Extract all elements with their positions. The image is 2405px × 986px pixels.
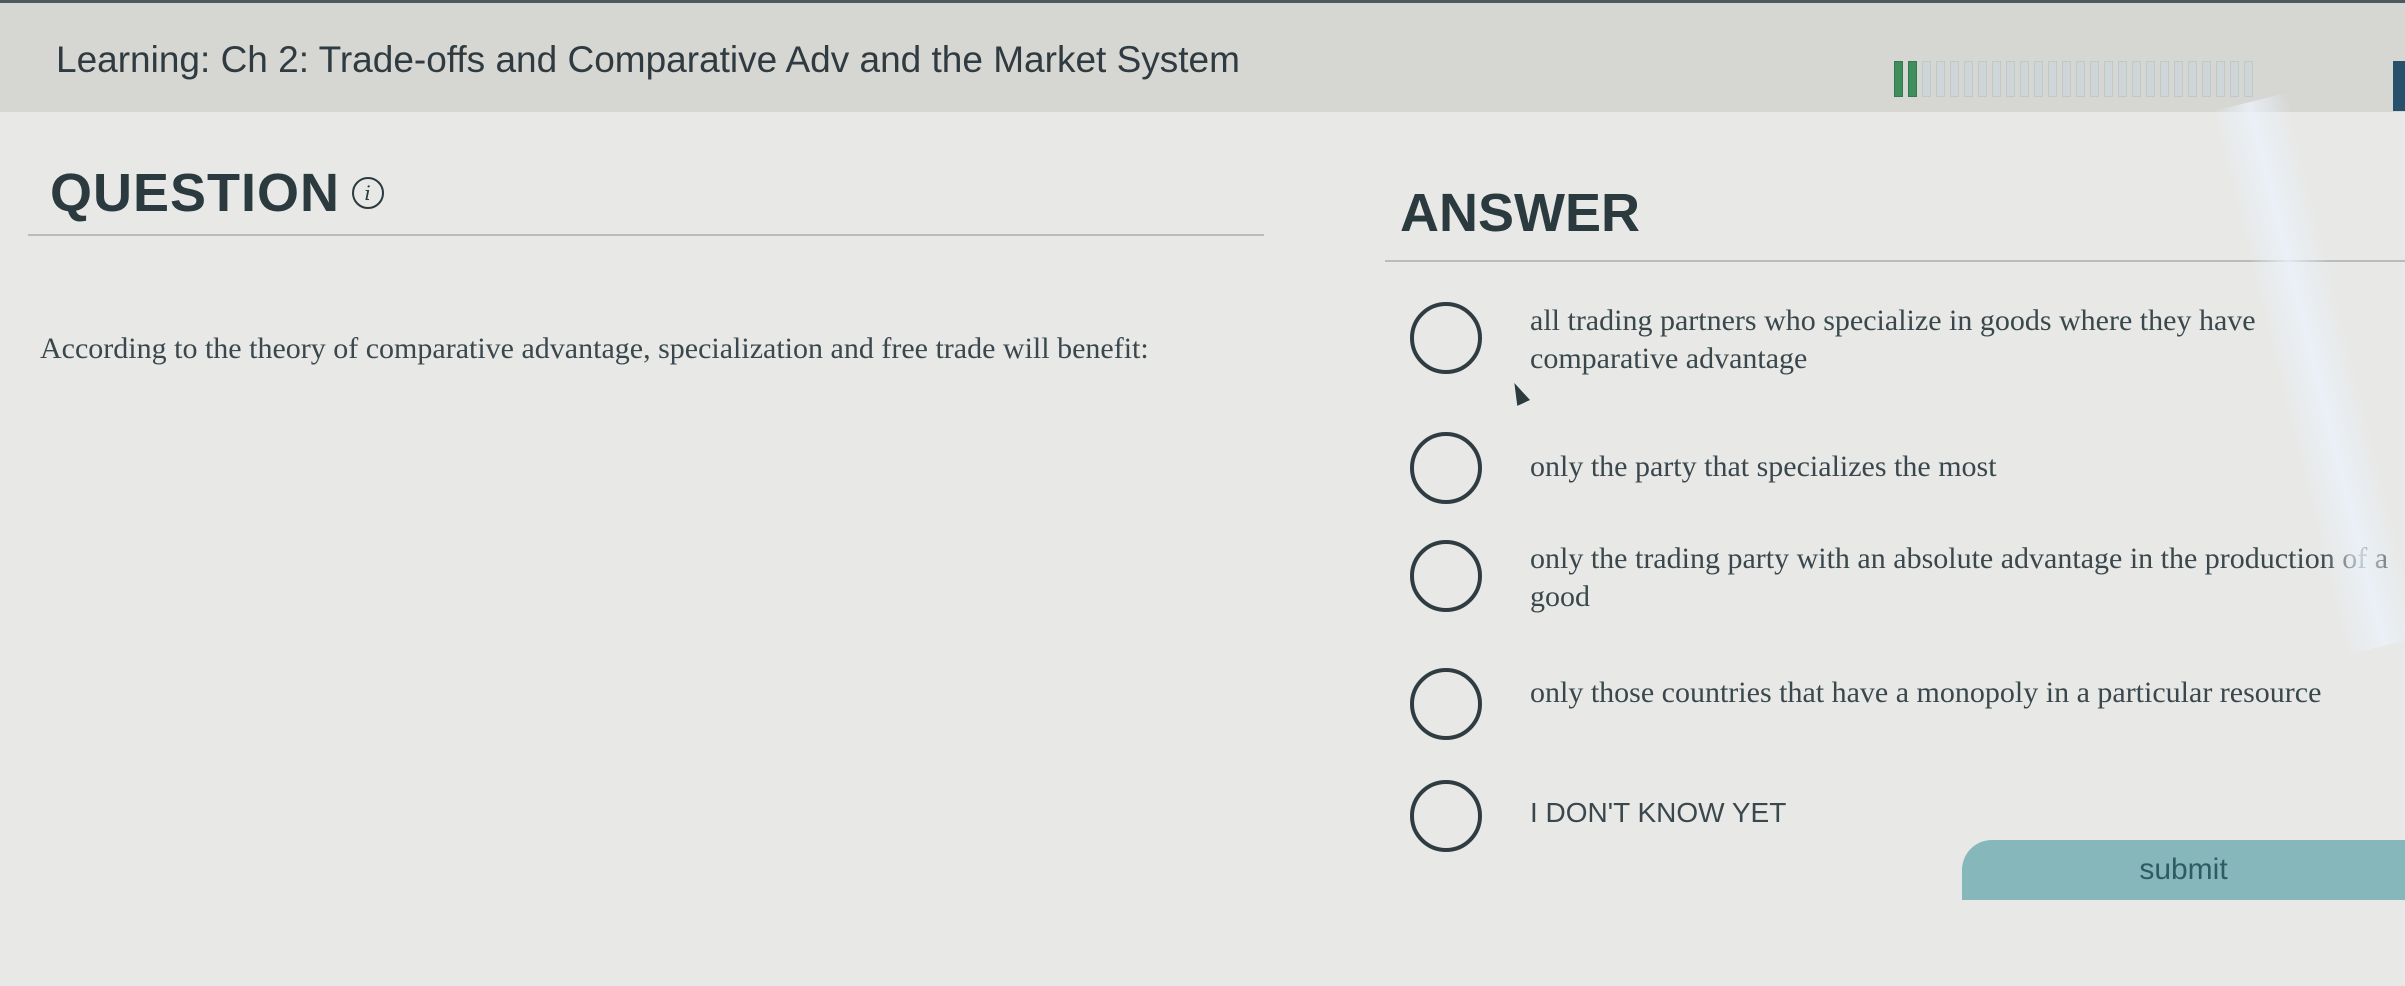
course-title: Learning: Ch 2: Trade-offs and Comparati… — [56, 39, 1240, 80]
progress-segment — [2132, 61, 2141, 97]
progress-segment — [2244, 61, 2253, 97]
progress-segment — [2006, 61, 2015, 97]
answer-option-label: only the trading party with an absolute … — [1530, 542, 2389, 613]
progress-segment — [2090, 61, 2099, 97]
progress-segment — [1978, 61, 1987, 97]
progress-segment — [2230, 61, 2239, 97]
answer-option-4[interactable]: only those countries that have a monopol… — [1410, 668, 2405, 740]
progress-segment-complete — [1908, 61, 1917, 97]
progress-segment — [2202, 61, 2211, 97]
progress-segment — [2020, 61, 2029, 97]
progress-segment — [2104, 61, 2113, 97]
question-heading-label: QUESTION — [50, 163, 341, 223]
progress-bar-end — [2393, 61, 2405, 111]
progress-segment — [2076, 61, 2085, 97]
progress-segment — [2048, 61, 2057, 97]
progress-segment-complete — [1894, 61, 1903, 97]
progress-segment — [2174, 61, 2183, 97]
question-divider — [28, 234, 1264, 236]
question-heading: QUESTION i — [50, 162, 385, 224]
radio-button[interactable] — [1410, 302, 1482, 374]
answer-option-label: only the party that specializes the most — [1530, 450, 1997, 483]
answer-option-label: all trading partners who specialize in g… — [1530, 304, 2256, 375]
progress-segment — [2118, 61, 2127, 97]
progress-bar — [1894, 61, 2253, 97]
submit-button[interactable]: submit — [1962, 840, 2405, 900]
progress-segment — [2216, 61, 2225, 97]
progress-segment — [1964, 61, 1973, 97]
progress-segment — [1936, 61, 1945, 97]
info-icon[interactable]: i — [352, 177, 385, 209]
answer-option-2[interactable]: only the party that specializes the most — [1410, 432, 2405, 504]
answer-option-label: I DON'T KNOW YET — [1530, 797, 1787, 828]
progress-segment — [1992, 61, 2001, 97]
progress-segment — [1922, 61, 1931, 97]
top-bar: Learning: Ch 2: Trade-offs and Comparati… — [0, 0, 2405, 112]
radio-button[interactable] — [1410, 432, 1482, 504]
answer-option-label: only those countries that have a monopol… — [1530, 676, 2322, 709]
progress-segment — [2188, 61, 2197, 97]
answer-divider — [1385, 260, 2405, 262]
answer-option-1[interactable]: all trading partners who specialize in g… — [1410, 302, 2405, 378]
radio-button[interactable] — [1410, 780, 1482, 852]
radio-button[interactable] — [1410, 668, 1482, 740]
answer-heading: ANSWER — [1400, 183, 1640, 243]
question-text: According to the theory of comparative a… — [40, 332, 1149, 365]
progress-segment — [2160, 61, 2169, 97]
progress-segment — [2062, 61, 2071, 97]
progress-segment — [1950, 61, 1959, 97]
mouse-cursor-icon — [1508, 380, 1530, 406]
progress-segment — [2034, 61, 2043, 97]
progress-segment — [2146, 61, 2155, 97]
radio-button[interactable] — [1410, 540, 1482, 612]
answer-option-3[interactable]: only the trading party with an absolute … — [1410, 540, 2405, 616]
